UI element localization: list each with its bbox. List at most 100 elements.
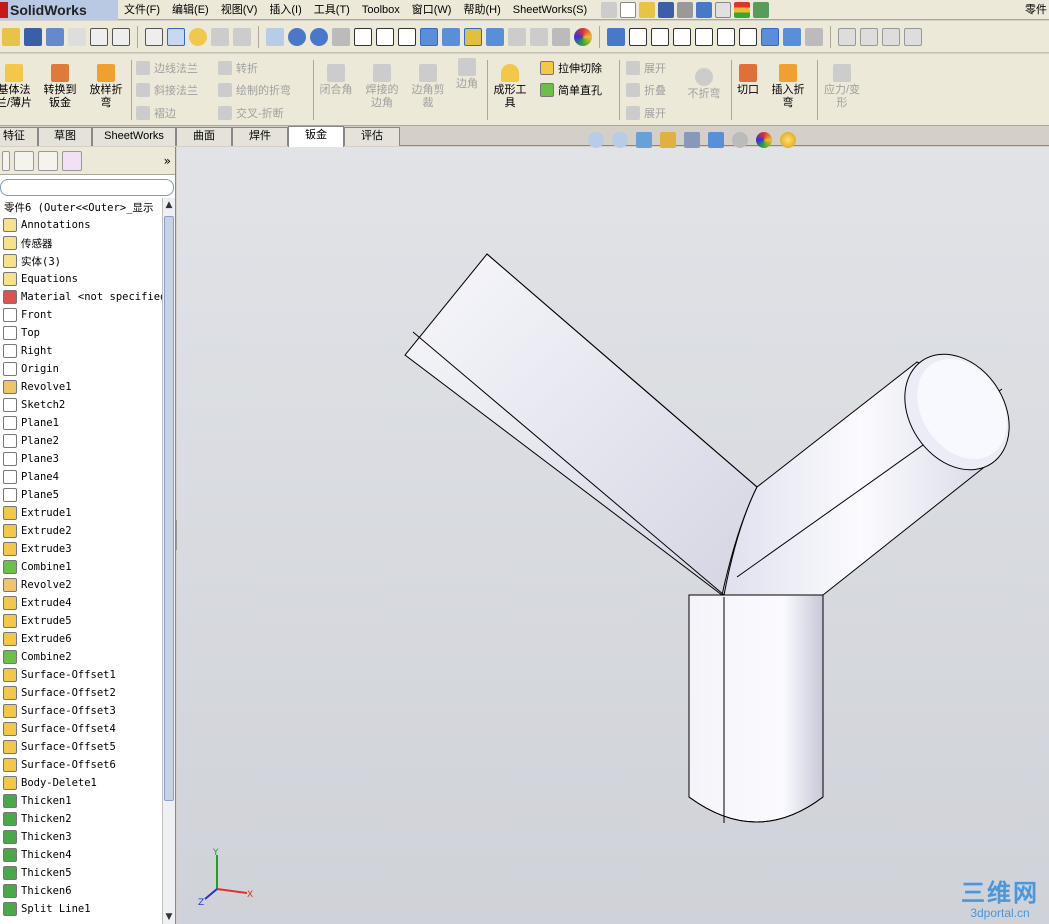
tree-item[interactable]: Thicken6 <box>0 882 162 900</box>
split-view-icon[interactable] <box>112 27 130 46</box>
tree-item[interactable]: Thicken2 <box>0 810 162 828</box>
feature-manager-tab-icon[interactable] <box>2 150 10 171</box>
tab-surfaces[interactable]: 曲面 <box>176 127 232 146</box>
zoom-to-fit-icon[interactable] <box>588 132 604 148</box>
refresh-icon[interactable] <box>288 27 306 46</box>
view-orientation-icon[interactable] <box>684 132 700 148</box>
hem-button[interactable]: 褶边 <box>136 105 176 121</box>
print-icon[interactable] <box>677 1 694 18</box>
cube-selected-icon[interactable] <box>464 27 482 46</box>
menu-file[interactable]: 文件(F) <box>118 0 166 20</box>
tree-item[interactable]: Right <box>0 342 162 360</box>
scroll-up-icon[interactable]: ▲ <box>163 198 175 212</box>
tree-item[interactable]: 实体(3) <box>0 252 162 270</box>
zoom-previous-icon[interactable] <box>266 27 284 46</box>
lofted-bend-button[interactable]: 放样折弯 <box>86 64 126 110</box>
tree-item[interactable]: Revolve1 <box>0 378 162 396</box>
welded-corner-button[interactable]: 焊接的 边角 <box>362 64 402 110</box>
graphics-area[interactable]: Y X Z 三维网 3dportal.cn <box>177 147 1049 924</box>
tree-item[interactable]: Surface-Offset5 <box>0 738 162 756</box>
property-manager-tab-icon[interactable] <box>14 150 34 171</box>
layout-icon[interactable] <box>90 27 108 46</box>
tab-features[interactable]: 特征 <box>0 127 38 146</box>
cube-front-icon[interactable] <box>354 27 372 46</box>
tree-item[interactable]: Extrude4 <box>0 594 162 612</box>
edge-flange-button[interactable]: 边线法兰 <box>136 60 198 76</box>
stress-deformation-button[interactable]: 应力/变形 <box>818 64 866 110</box>
tree-item[interactable]: Surface-Offset6 <box>0 756 162 774</box>
menu-view[interactable]: 视图(V) <box>215 0 264 20</box>
tree-item[interactable]: Combine2 <box>0 648 162 666</box>
menu-help[interactable]: 帮助(H) <box>457 0 506 20</box>
section-view-icon[interactable] <box>660 132 676 148</box>
tree-item[interactable]: Annotations <box>0 216 162 234</box>
tree-root[interactable]: 零件6 (Outer<<Outer>_显示 <box>0 198 162 216</box>
pin-icon[interactable] <box>601 1 618 18</box>
tab-sketch[interactable]: 草图 <box>38 127 92 146</box>
convert-to-sheet-metal-button[interactable]: 转换到 钣金 <box>40 64 80 110</box>
menu-edit[interactable]: 编辑(E) <box>166 0 215 20</box>
open-folder-icon[interactable] <box>2 27 20 46</box>
jog-button[interactable]: 转折 <box>218 60 258 76</box>
help-icon[interactable] <box>189 27 207 46</box>
grid-icon[interactable] <box>145 27 163 46</box>
tree-item[interactable]: Plane1 <box>0 414 162 432</box>
insert-bends-button[interactable]: 插入折弯 <box>766 64 810 110</box>
edit-appearance-icon[interactable] <box>756 132 772 148</box>
hide-show-icon[interactable] <box>732 132 748 148</box>
y-pipe-model[interactable] <box>177 147 1049 924</box>
simple-hole-button[interactable]: 简单直孔 <box>540 82 602 98</box>
window-arrange-icon[interactable] <box>904 27 922 46</box>
sketch-relations-icon[interactable] <box>486 27 504 46</box>
select-icon[interactable] <box>715 1 732 18</box>
view-top-icon[interactable] <box>717 27 735 46</box>
tree-item[interactable]: Surface-Offset2 <box>0 684 162 702</box>
tree-scrollbar[interactable]: ▲ ▼ <box>162 198 175 924</box>
tree-item[interactable]: Equations <box>0 270 162 288</box>
measure-icon[interactable] <box>508 27 526 46</box>
view-iso-icon[interactable] <box>761 27 779 46</box>
tree-item[interactable]: Plane3 <box>0 450 162 468</box>
scroll-down-icon[interactable]: ▼ <box>163 910 175 924</box>
scene-icon[interactable] <box>780 132 796 148</box>
menu-sheetworks[interactable]: SheetWorks(S) <box>507 0 593 20</box>
scroll-thumb[interactable] <box>164 216 174 801</box>
tree-item[interactable]: Surface-Offset1 <box>0 666 162 684</box>
panel-expand-icon[interactable]: » <box>164 154 171 168</box>
section-icon[interactable] <box>332 27 350 46</box>
corner-button[interactable]: 边角 <box>452 58 482 91</box>
tree-item[interactable]: Thicken1 <box>0 792 162 810</box>
tab-sheetworks[interactable]: SheetWorks <box>92 127 176 146</box>
tree-item[interactable]: Plane5 <box>0 486 162 504</box>
window-tile-icon[interactable] <box>860 27 878 46</box>
dimxpert-tab-icon[interactable] <box>62 150 82 171</box>
tab-evaluate[interactable]: 评估 <box>344 127 400 146</box>
tree-filter-input[interactable] <box>0 179 174 196</box>
flatten-button[interactable]: 展开 <box>626 105 666 121</box>
tree-item[interactable]: Surface-Offset3 <box>0 702 162 720</box>
tree-item[interactable]: Body-Delete1 <box>0 774 162 792</box>
view-front-icon[interactable] <box>629 27 647 46</box>
view-right-icon[interactable] <box>695 27 713 46</box>
window-cascade-icon[interactable] <box>882 27 900 46</box>
window-icon[interactable] <box>838 27 856 46</box>
view-left-icon[interactable] <box>673 27 691 46</box>
menu-window[interactable]: 窗口(W) <box>406 0 458 20</box>
tree-item[interactable]: Split Line1 <box>0 900 162 918</box>
menu-toolbox[interactable]: Toolbox <box>356 0 406 20</box>
tree-item[interactable]: Front <box>0 306 162 324</box>
paste-icon[interactable] <box>211 27 229 46</box>
menu-insert[interactable]: 插入(I) <box>263 0 307 20</box>
undo-icon[interactable] <box>696 1 713 18</box>
clipboard-icon[interactable] <box>233 27 251 46</box>
sketched-bend-button[interactable]: 绘制的折弯 <box>218 82 291 98</box>
tree-item[interactable]: 传感器 <box>0 234 162 252</box>
unfold-button[interactable]: 展开 <box>626 60 666 76</box>
sketch-pencil-icon[interactable] <box>46 27 64 46</box>
rotate-icon[interactable] <box>310 27 328 46</box>
tree-item[interactable]: Top <box>0 324 162 342</box>
rebuild-icon[interactable] <box>734 1 751 18</box>
open-icon[interactable] <box>639 1 656 18</box>
cube-left-icon[interactable] <box>398 27 416 46</box>
display-style-icon[interactable] <box>708 132 724 148</box>
